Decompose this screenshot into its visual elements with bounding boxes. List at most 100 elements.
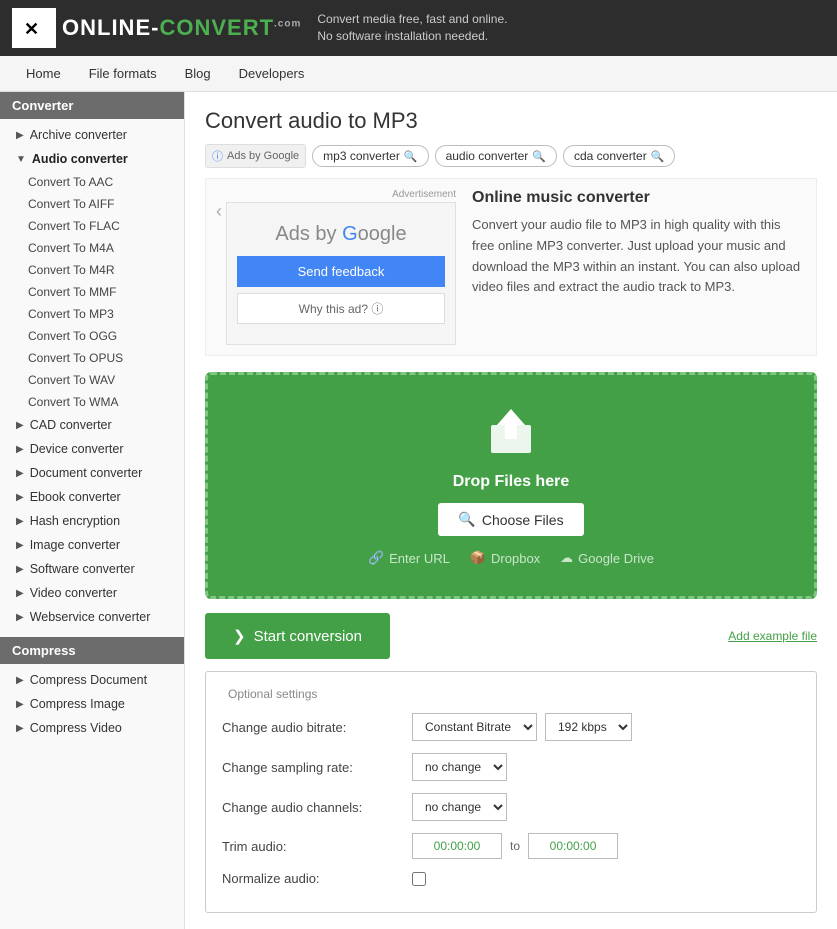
logo[interactable]: ✕ ONLINE-CONVERT.com [12,8,301,48]
sidebar-item-compress-document[interactable]: ▶ Compress Document [0,668,184,692]
trim-to-label: to [510,839,520,853]
upload-icon [228,405,794,465]
search-icon: 🔍 [651,150,665,163]
sidebar-item-document-converter[interactable]: ▶ Document converter [0,461,184,485]
arrow-right-icon: ▶ [16,492,24,503]
main-nav: Home File formats Blog Developers [0,56,837,92]
nav-home[interactable]: Home [12,56,75,91]
header-tagline: Convert media free, fast and online. No … [317,11,507,45]
search-pill-cda[interactable]: cda converter 🔍 [563,145,675,167]
google-drive-link[interactable]: ☁ Google Drive [560,550,654,566]
ads-label: ⓘ Ads by Google [205,144,306,168]
start-conversion-button[interactable]: ❯ Start conversion [205,613,390,659]
channels-select[interactable]: no change mono stereo [412,793,507,821]
search-bar: ⓘ Ads by Google mp3 converter 🔍 audio co… [205,144,817,168]
sidebar-item-cad-converter[interactable]: ▶ CAD converter [0,413,184,437]
dropbox-link[interactable]: 📦 Dropbox [470,550,540,566]
setting-label-bitrate: Change audio bitrate: [222,720,412,735]
setting-sampling-rate: Change sampling rate: no change 8000 Hz … [222,753,800,781]
sidebar-item-webservice-converter[interactable]: ▶ Webservice converter [0,605,184,629]
normalize-checkbox[interactable] [412,872,426,886]
sidebar-sub-wav[interactable]: Convert To WAV [0,369,184,391]
search-pill-mp3[interactable]: mp3 converter 🔍 [312,145,428,167]
enter-url-link[interactable]: 🔗 Enter URL [368,550,450,566]
arrow-down-icon: ▼ [16,154,26,165]
chevron-right-icon: ❯ [233,627,246,645]
sidebar-sub-mmf[interactable]: Convert To MMF [0,281,184,303]
sidebar: Converter ▶ Archive converter ▼ Audio co… [0,92,185,929]
sidebar-sub-flac[interactable]: Convert To FLAC [0,215,184,237]
ad-google-block: Ads by Google Send feedback Why this ad?… [226,202,456,345]
sidebar-sub-m4a[interactable]: Convert To M4A [0,237,184,259]
setting-label-channels: Change audio channels: [222,800,412,815]
setting-label-trim: Trim audio: [222,839,412,854]
setting-trim-audio: Trim audio: to [222,833,800,859]
setting-audio-bitrate: Change audio bitrate: Constant Bitrate V… [222,713,800,741]
sidebar-sub-wma[interactable]: Convert To WMA [0,391,184,413]
add-example-link[interactable]: Add example file [728,629,817,643]
sidebar-item-image-converter[interactable]: ▶ Image converter [0,533,184,557]
ad-section: Advertisement ‹ Ads by Google Send feedb… [205,178,817,356]
sidebar-sub-aiff[interactable]: Convert To AIFF [0,193,184,215]
sidebar-sub-m4r[interactable]: Convert To M4R [0,259,184,281]
setting-control-bitrate: Constant Bitrate Variable Bitrate 192 kb… [412,713,632,741]
sidebar-section-converter: Converter [0,92,184,119]
logo-com: .com [274,19,301,30]
sidebar-item-ebook-converter[interactable]: ▶ Ebook converter [0,485,184,509]
conversion-row: ❯ Start conversion Add example file [205,613,817,659]
drop-links: 🔗 Enter URL 📦 Dropbox ☁ Google Drive [228,550,794,566]
sidebar-section-compress: Compress [0,637,184,664]
setting-label-normalize: Normalize audio: [222,871,412,886]
info-icon: ⓘ [212,148,223,164]
header: ✕ ONLINE-CONVERT.com Convert media free,… [0,0,837,56]
ad-block: Advertisement ‹ Ads by Google Send feedb… [216,189,456,345]
optional-settings-title: Optional settings [222,687,323,701]
sidebar-item-video-converter[interactable]: ▶ Video converter [0,581,184,605]
why-ad-button[interactable]: Why this ad? ⓘ [237,293,445,324]
drop-zone[interactable]: Drop Files here 🔍 Choose Files 🔗 Enter U… [205,372,817,599]
arrow-right-icon: ▶ [16,699,24,710]
arrow-right-icon: ▶ [16,564,24,575]
setting-control-normalize [412,872,426,886]
setting-control-trim: to [412,833,618,859]
google-drive-icon: ☁ [560,550,573,566]
dropbox-icon: 📦 [470,550,486,566]
send-feedback-button[interactable]: Send feedback [237,256,445,287]
sidebar-item-audio-converter[interactable]: ▼ Audio converter [0,147,184,171]
converter-info: Online music converter Convert your audi… [472,189,806,345]
nav-developers[interactable]: Developers [225,56,319,91]
optional-settings: Optional settings Change audio bitrate: … [205,671,817,913]
search-pill-audio[interactable]: audio converter 🔍 [435,145,557,167]
setting-audio-channels: Change audio channels: no change mono st… [222,793,800,821]
logo-text: ONLINE-CONVERT.com [62,15,301,41]
sidebar-item-compress-image[interactable]: ▶ Compress Image [0,692,184,716]
choose-files-button[interactable]: 🔍 Choose Files [438,503,583,536]
arrow-right-icon: ▶ [16,588,24,599]
bitrate-value-select[interactable]: 192 kbps 128 kbps 256 kbps 320 kbps 64 k… [545,713,632,741]
sidebar-sub-ogg[interactable]: Convert To OGG [0,325,184,347]
sidebar-sub-mp3[interactable]: Convert To MP3 [0,303,184,325]
converter-info-title: Online music converter [472,189,806,207]
sidebar-item-device-converter[interactable]: ▶ Device converter [0,437,184,461]
setting-label-sampling: Change sampling rate: [222,760,412,775]
nav-blog[interactable]: Blog [171,56,225,91]
arrow-right-icon: ▶ [16,444,24,455]
sidebar-item-compress-video[interactable]: ▶ Compress Video [0,716,184,740]
bitrate-type-select[interactable]: Constant Bitrate Variable Bitrate [412,713,537,741]
sampling-rate-select[interactable]: no change 8000 Hz 11025 Hz 16000 Hz 2205… [412,753,507,781]
trim-to-input[interactable] [528,833,618,859]
ad-google-text: Ads by Google [237,223,445,246]
search-icon: 🔍 [404,150,418,163]
sidebar-sub-aac[interactable]: Convert To AAC [0,171,184,193]
trim-from-input[interactable] [412,833,502,859]
arrow-right-icon: ▶ [16,675,24,686]
nav-file-formats[interactable]: File formats [75,56,171,91]
layout: Converter ▶ Archive converter ▼ Audio co… [0,92,837,929]
sidebar-item-hash-encryption[interactable]: ▶ Hash encryption [0,509,184,533]
setting-normalize-audio: Normalize audio: [222,871,800,886]
sidebar-item-software-converter[interactable]: ▶ Software converter [0,557,184,581]
drop-text: Drop Files here [228,473,794,491]
setting-control-sampling: no change 8000 Hz 11025 Hz 16000 Hz 2205… [412,753,507,781]
sidebar-item-archive-converter[interactable]: ▶ Archive converter [0,123,184,147]
sidebar-sub-opus[interactable]: Convert To OPUS [0,347,184,369]
